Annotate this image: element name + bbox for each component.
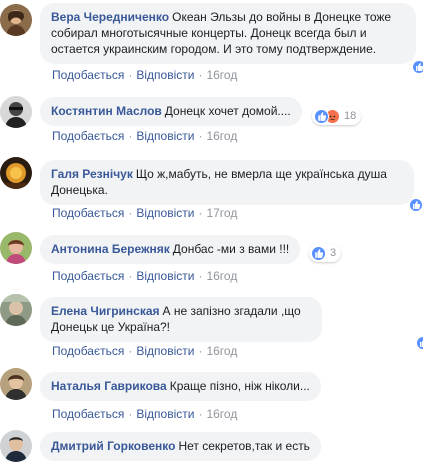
comment-author[interactable]: Дмитрий Горковенко [51, 439, 175, 453]
separator-dot: · [198, 68, 203, 82]
like-reaction-icon[interactable] [412, 60, 423, 74]
reaction-count: 3 [330, 247, 337, 259]
reply-link[interactable]: Відповісти [136, 269, 194, 283]
reaction-summary[interactable]: 18 [312, 107, 362, 125]
like-link[interactable]: Подобається [52, 206, 124, 220]
timestamp[interactable]: 16год [206, 344, 237, 358]
comment-bubble: Антонина Бережняк Донбас -ми з вами !!! [40, 235, 301, 264]
comment-bubble: Дмитрий Горковенко Нет секретов,так и ест… [40, 432, 321, 461]
reply-link[interactable]: Відповісти [136, 344, 194, 358]
separator-dot: · [198, 269, 203, 283]
comment-text: Краще пізно, ніж ніколи... [169, 379, 310, 393]
comment-author[interactable]: Вера Чередниченко [51, 10, 169, 24]
avatar[interactable] [0, 232, 32, 264]
like-link[interactable]: Подобається [52, 68, 124, 82]
comment-actions: Подобається · Відповісти · 16год [52, 269, 237, 283]
separator-dot: · [198, 344, 203, 358]
like-link[interactable]: Подобається [52, 407, 124, 421]
separator-dot: · [198, 407, 203, 421]
reply-link[interactable]: Відповісти [136, 407, 194, 421]
avatar[interactable] [0, 368, 32, 400]
separator-dot: · [128, 129, 133, 143]
avatar[interactable] [0, 157, 32, 189]
reaction-summary[interactable]: 3 [309, 244, 342, 262]
comment-bubble: Наталья Гаврикова Краще пізно, ніж ніколи… [40, 372, 321, 401]
comment-author[interactable]: Костянтин Маслов [51, 104, 162, 118]
comment-actions: Подобається · Відповісти · 17год [52, 206, 237, 220]
timestamp[interactable]: 16год [206, 68, 237, 82]
comment-item: Елена Чигринская А не запізно згадали ,що… [0, 290, 423, 360]
reaction-count: 18 [344, 110, 357, 122]
comment-actions: Подобається · Відповісти · 16год [52, 407, 237, 421]
comment-author[interactable]: Антонина Бережняк [51, 242, 170, 256]
like-reaction-icon[interactable] [409, 198, 423, 212]
like-link[interactable]: Подобається [52, 269, 124, 283]
avatar[interactable] [0, 4, 32, 36]
comment-bubble: Галя Резнічук Що ж,мабуть, не вмерла ще у… [40, 160, 414, 205]
avatar[interactable] [0, 294, 32, 326]
separator-dot: · [128, 68, 133, 82]
timestamp[interactable]: 17год [206, 206, 237, 220]
comment-item: Костянтин Маслов Донецк хочет домой.... 1… [0, 92, 423, 150]
separator-dot: · [128, 206, 133, 220]
comment-bubble: Елена Чигринская А не запізно згадали ,що… [40, 297, 322, 342]
timestamp[interactable]: 16год [206, 407, 237, 421]
comment-text: Нет секретов,так и есть [178, 439, 310, 453]
timestamp[interactable]: 16год [206, 129, 237, 143]
comment-item: Вера Чередниченко Океан Эльзы до войны в … [0, 0, 423, 90]
comment-item: Дмитрий Горковенко Нет секретов,так и ест… [0, 428, 423, 466]
timestamp[interactable]: 16год [206, 269, 237, 283]
comment-actions: Подобається · Відповісти · 16год [52, 129, 237, 143]
like-reaction-icon [314, 108, 329, 124]
comment-bubble: Вера Чередниченко Океан Эльзы до войны в … [40, 3, 416, 64]
comment-actions: Подобається · Відповісти · 16год [52, 344, 237, 358]
comment-author[interactable]: Наталья Гаврикова [51, 379, 167, 393]
reply-link[interactable]: Відповісти [136, 68, 194, 82]
like-reaction-icon [311, 245, 326, 261]
like-reaction-icon[interactable] [416, 336, 423, 350]
separator-dot: · [128, 269, 133, 283]
comment-text: Донбас -ми з вами !!! [172, 242, 290, 256]
comment-bubble: Костянтин Маслов Донецк хочет домой.... [40, 97, 302, 126]
separator-dot: · [198, 206, 203, 220]
reply-link[interactable]: Відповісти [136, 206, 194, 220]
comment-item: Наталья Гаврикова Краще пізно, ніж ніколи… [0, 366, 423, 424]
separator-dot: · [128, 344, 133, 358]
separator-dot: · [128, 407, 133, 421]
avatar[interactable] [0, 430, 32, 462]
separator-dot: · [198, 129, 203, 143]
comment-actions: Подобається · Відповісти · 16год [52, 68, 237, 82]
avatar[interactable] [0, 96, 32, 128]
like-link[interactable]: Подобається [52, 344, 124, 358]
like-link[interactable]: Подобається [52, 129, 124, 143]
comment-text: Донецк хочет домой.... [164, 104, 291, 118]
comment-item: Галя Резнічук Що ж,мабуть, не вмерла ще у… [0, 152, 423, 224]
comment-author[interactable]: Галя Резнічук [51, 167, 133, 181]
reply-link[interactable]: Відповісти [136, 129, 194, 143]
comment-author[interactable]: Елена Чигринская [51, 304, 160, 318]
comment-item: Антонина Бережняк Донбас -ми з вами !!! 3… [0, 228, 423, 286]
